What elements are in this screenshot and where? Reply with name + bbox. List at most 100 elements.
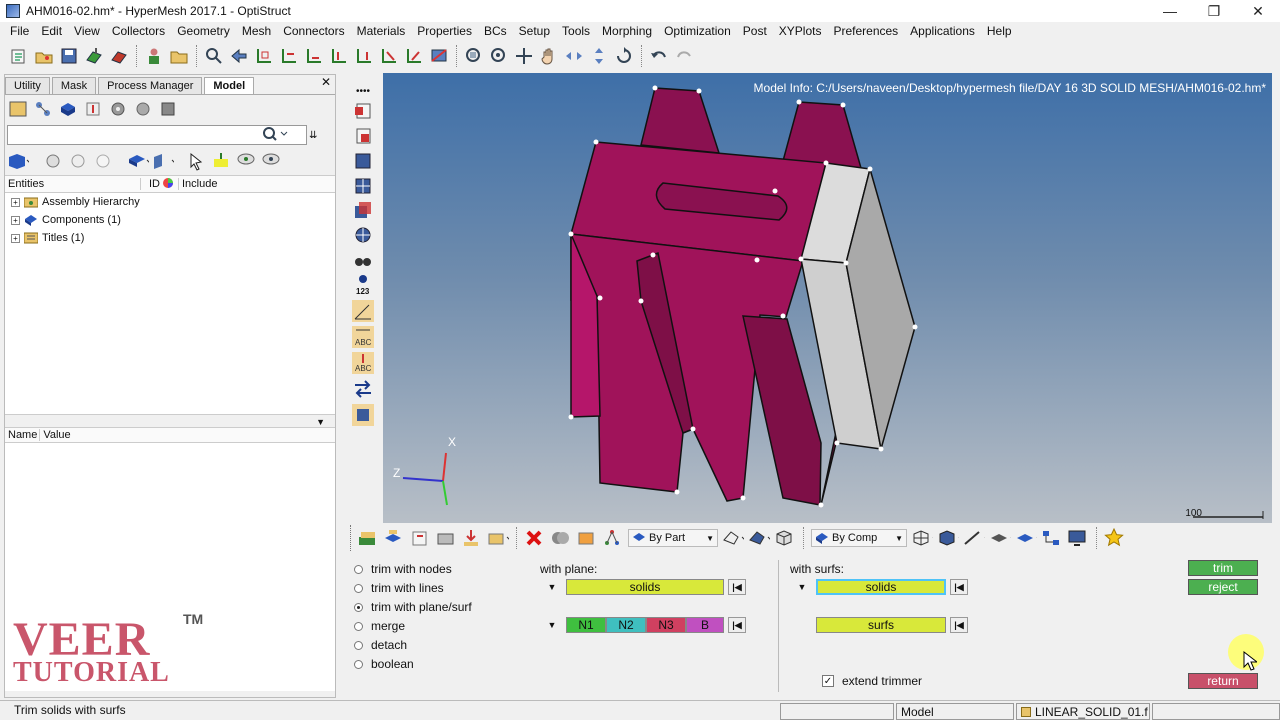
person-icon[interactable] (143, 45, 165, 67)
menu-post[interactable]: Post (737, 24, 773, 38)
browser-settings-icon[interactable] (132, 98, 154, 120)
mask-icon[interactable] (550, 527, 572, 549)
plane-icon[interactable] (989, 527, 1011, 549)
graphics-area[interactable]: Model Info: C:/Users/naveen/Desktop/hype… (383, 73, 1272, 523)
component-stack-icon[interactable] (357, 527, 379, 549)
browser-color-icon[interactable] (210, 150, 232, 172)
tab-model[interactable]: Model (204, 77, 255, 94)
menu-setup[interactable]: Setup (513, 24, 556, 38)
solid-box-icon[interactable] (774, 527, 796, 549)
open-model-icon[interactable] (33, 45, 55, 67)
wireframe-shape-icon[interactable] (722, 527, 744, 549)
pan-horizontal-icon[interactable] (563, 45, 585, 67)
page-icon[interactable] (352, 101, 374, 122)
menu-bcs[interactable]: BCs (478, 24, 513, 38)
surfs-entity-dropdown-icon[interactable]: ▼ (792, 579, 812, 595)
plane-solids-reset-button[interactable]: |◀ (728, 579, 746, 595)
tree-nodes-icon[interactable] (602, 527, 624, 549)
browser-view-icon[interactable] (7, 150, 29, 172)
magnifier-icon[interactable] (203, 45, 225, 67)
return-button[interactable]: return (1188, 673, 1258, 689)
close-icon[interactable]: ✕ (1236, 0, 1280, 22)
organize-icon[interactable] (576, 527, 598, 549)
redo-icon[interactable] (673, 45, 695, 67)
reject-button[interactable]: reject (1188, 579, 1258, 595)
view-front-icon[interactable] (378, 45, 400, 67)
tree-item-titles[interactable]: + Titles (1) (5, 229, 335, 247)
view-bottom-icon[interactable] (303, 45, 325, 67)
binoculars-icon[interactable] (352, 249, 374, 270)
tree-item-assembly[interactable]: + Assembly Hierarchy (5, 193, 335, 211)
plane-blue-icon[interactable] (1015, 527, 1037, 549)
radio-trim-with-nodes[interactable]: trim with nodes (354, 562, 452, 576)
menu-help[interactable]: Help (981, 24, 1018, 38)
delete-icon[interactable] (524, 527, 546, 549)
display-by-part-select[interactable]: By Part ▼ (628, 529, 718, 547)
measure-angle-icon[interactable] (352, 300, 374, 323)
label-abc-icon[interactable]: ABC (352, 352, 374, 375)
previous-view-icon[interactable] (228, 45, 250, 67)
radio-trim-with-lines[interactable]: trim with lines (354, 581, 444, 595)
browser-folder-icon[interactable] (7, 98, 29, 120)
node-b-selector[interactable]: B (686, 617, 724, 633)
tab-mask[interactable]: Mask (51, 77, 97, 94)
plane-entity-dropdown-icon[interactable]: ▼ (542, 579, 562, 595)
zoom-icon[interactable] (463, 45, 485, 67)
trim-button[interactable]: trim (1188, 560, 1258, 576)
search-icon[interactable] (261, 126, 289, 145)
mesh-shaded-icon[interactable] (937, 527, 959, 549)
expand-options-icon[interactable]: ⇊ (309, 130, 317, 141)
browser-isolate-icon[interactable] (92, 150, 114, 172)
col-entities[interactable]: Entities (5, 178, 141, 190)
view-right-icon[interactable] (353, 45, 375, 67)
new-model-icon[interactable] (8, 45, 30, 67)
radio-merge[interactable]: merge (354, 619, 405, 633)
folder-tools-icon[interactable] (168, 45, 190, 67)
pointer-icon[interactable] (185, 150, 207, 172)
menu-mesh[interactable]: Mesh (236, 24, 277, 38)
line-style-icon[interactable] (963, 527, 985, 549)
surfs-solids-reset-button[interactable]: |◀ (950, 579, 968, 595)
menu-collectors[interactable]: Collectors (106, 24, 171, 38)
browser-config-icon[interactable] (157, 98, 179, 120)
section-cut-icon[interactable] (428, 45, 450, 67)
menu-materials[interactable]: Materials (351, 24, 412, 38)
expand-icon[interactable]: + (11, 215, 20, 225)
close-browser-icon[interactable]: ✕ (321, 75, 331, 89)
radio-trim-with-plane-surf[interactable]: trim with plane/surf (354, 600, 472, 614)
pan-hand-icon[interactable] (538, 45, 560, 67)
globe-icon[interactable] (352, 225, 374, 246)
pages-icon[interactable] (352, 200, 374, 221)
menu-view[interactable]: View (68, 24, 106, 38)
component-red-icon[interactable] (409, 527, 431, 549)
import-down-icon[interactable] (461, 527, 483, 549)
menu-preferences[interactable]: Preferences (827, 24, 904, 38)
surfs-selector[interactable]: surfs (816, 617, 946, 633)
browser-gear-icon[interactable] (107, 98, 129, 120)
radio-detach[interactable]: detach (354, 638, 407, 652)
menu-file[interactable]: File (4, 24, 35, 38)
surfs-solids-selector[interactable]: solids (816, 579, 946, 595)
expand-icon[interactable]: + (11, 233, 20, 243)
panel-splitter[interactable]: ▼ (5, 415, 335, 427)
page-grid-icon[interactable] (352, 175, 374, 196)
tree-item-components[interactable]: + Components (1) (5, 211, 335, 229)
export-icon[interactable] (108, 45, 130, 67)
browser-eye-icon[interactable] (260, 150, 282, 172)
page-layout-icon[interactable] (352, 150, 374, 171)
page-copy-icon[interactable] (352, 126, 374, 147)
view-left-icon[interactable] (328, 45, 350, 67)
browser-eye-plus-icon[interactable] (235, 150, 257, 172)
import-icon[interactable] (83, 45, 105, 67)
minimize-icon[interactable]: — (1148, 0, 1192, 22)
mesh-wire-icon[interactable] (911, 527, 933, 549)
favorite-star-icon[interactable] (1104, 527, 1126, 549)
menu-connectors[interactable]: Connectors (277, 24, 350, 38)
display-by-comp-select[interactable]: By Comp ▼ (811, 529, 907, 547)
browser-network-icon[interactable] (32, 98, 54, 120)
view-back-icon[interactable] (403, 45, 425, 67)
collapse-arrow-icon[interactable]: ▼ (316, 417, 325, 427)
menu-edit[interactable]: Edit (35, 24, 68, 38)
node-n2-selector[interactable]: N2 (606, 617, 646, 633)
col-id[interactable]: ID (141, 178, 160, 190)
